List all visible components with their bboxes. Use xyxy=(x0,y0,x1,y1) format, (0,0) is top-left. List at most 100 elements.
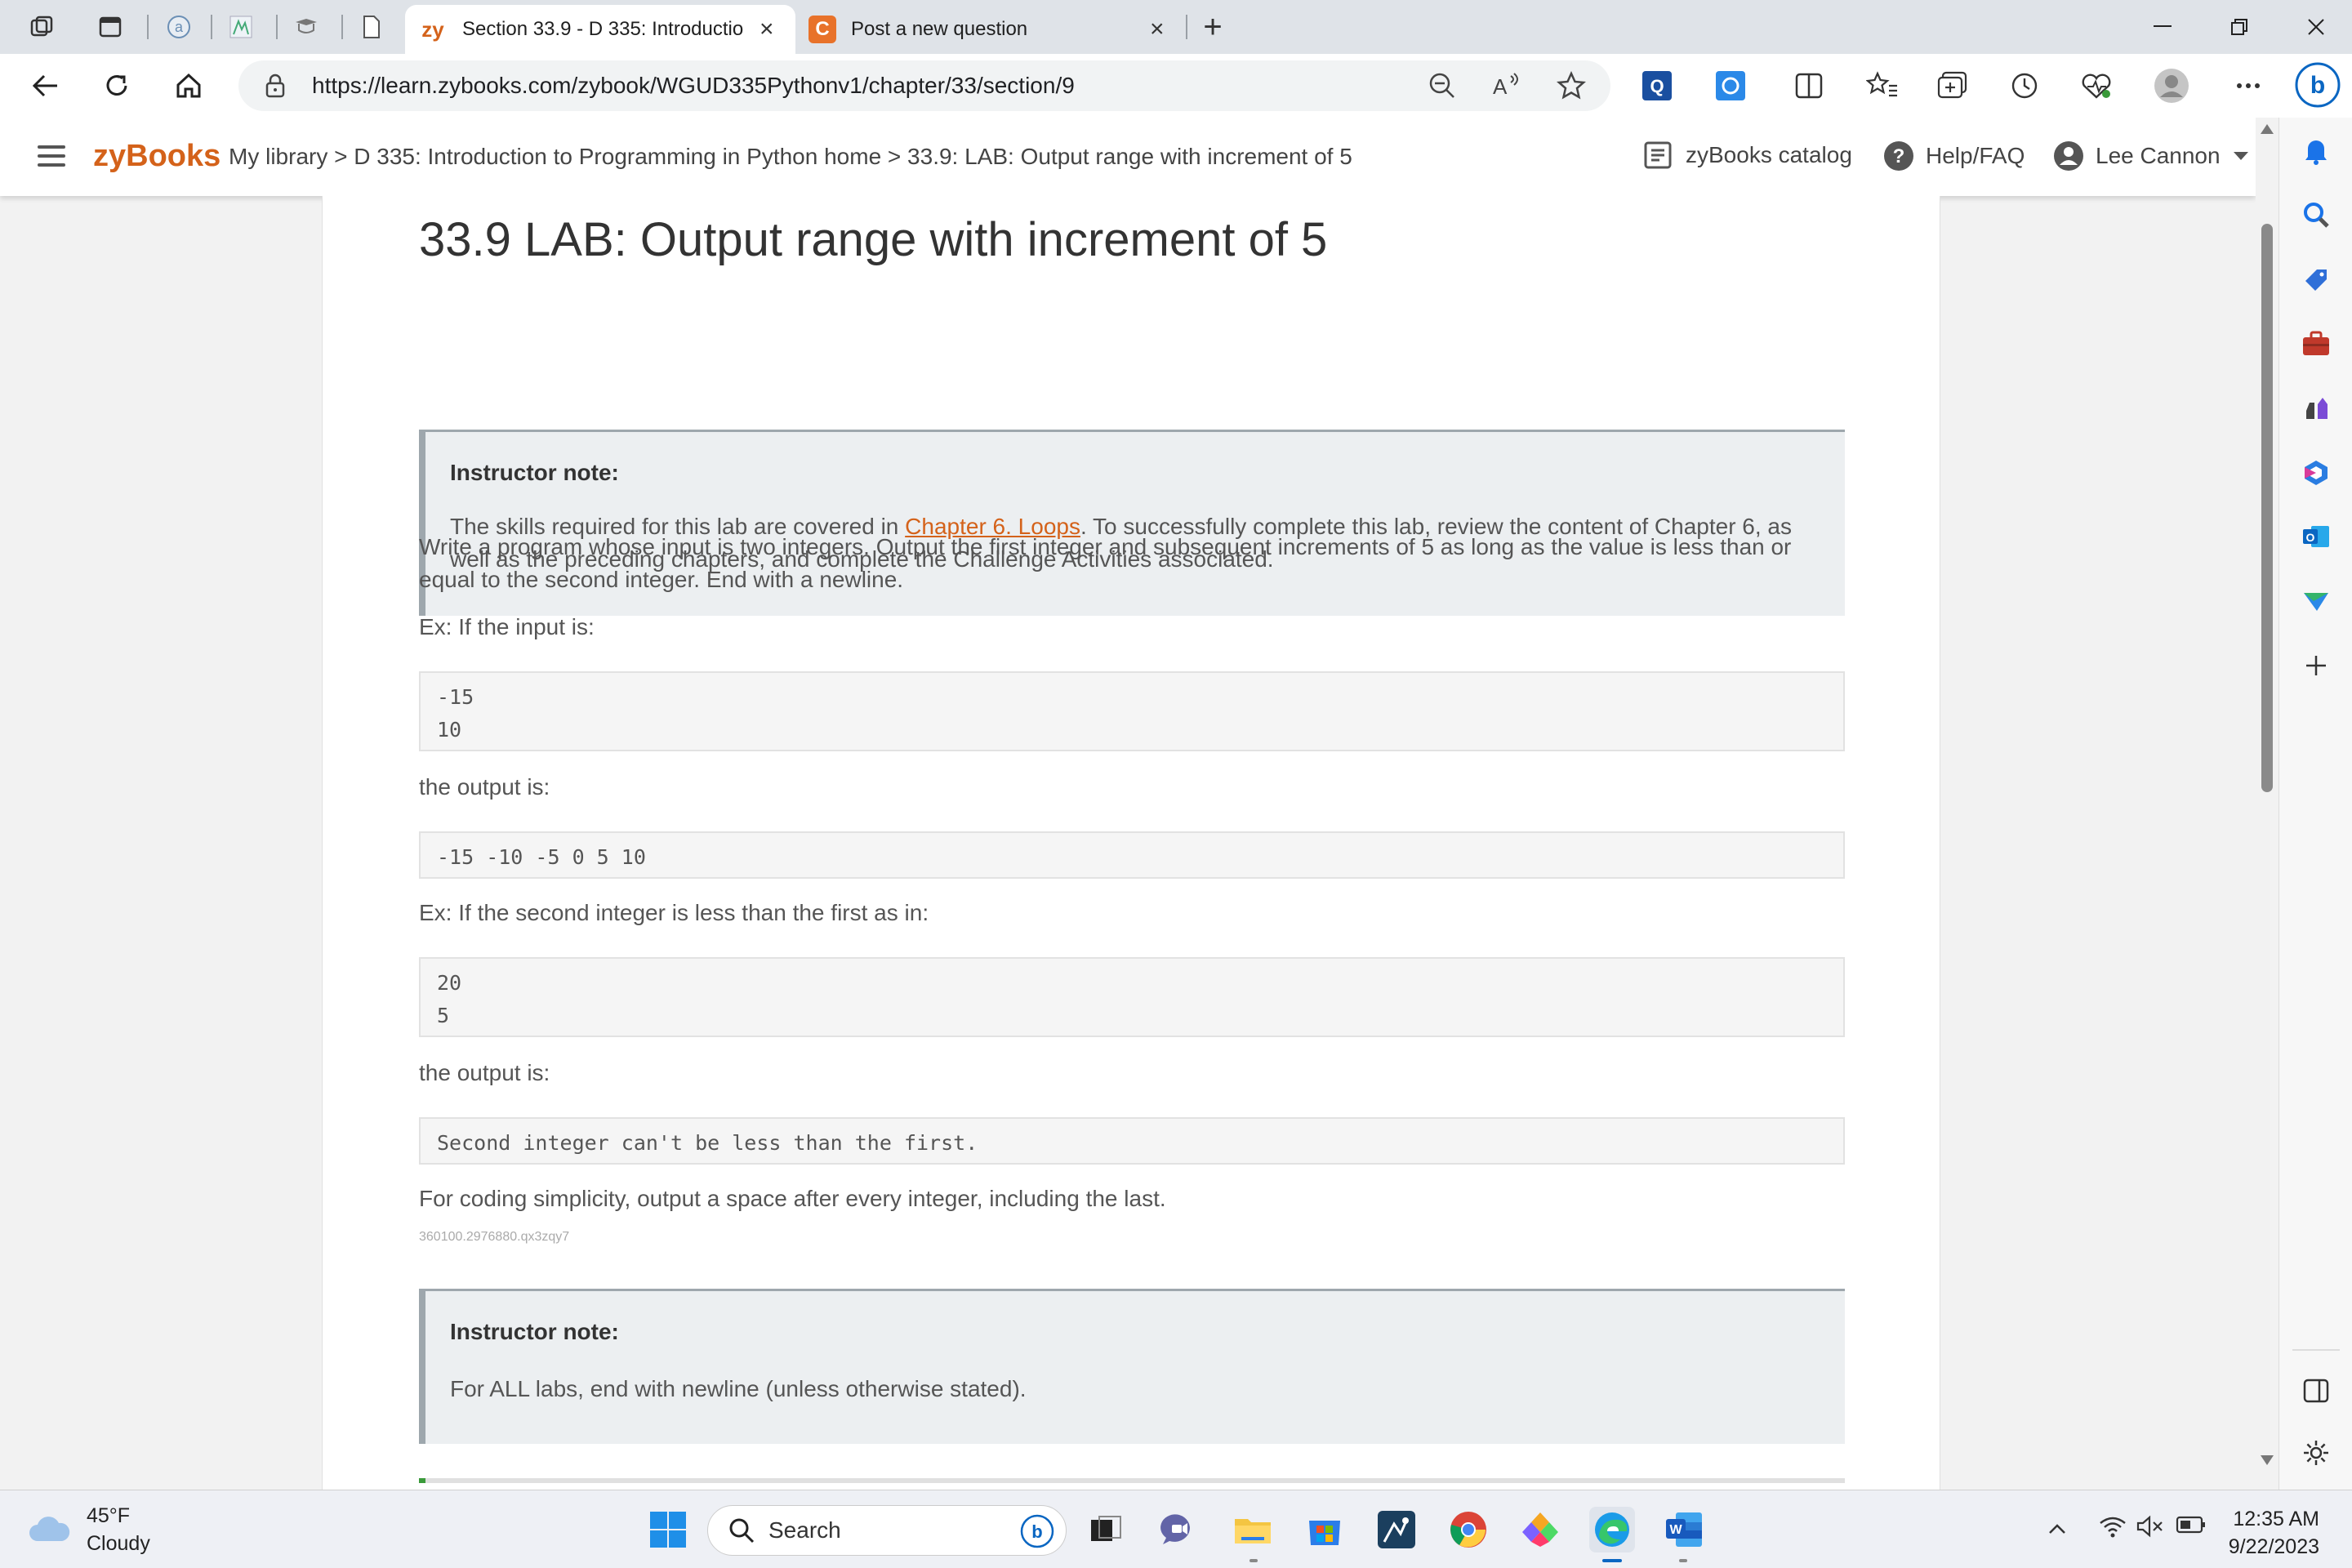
home-button[interactable] xyxy=(168,65,209,106)
favorite-star-icon[interactable] xyxy=(1556,70,1587,105)
extension-shield-icon[interactable] xyxy=(1712,67,1749,105)
close-tab-icon[interactable]: × xyxy=(1150,16,1165,43)
user-menu[interactable]: Lee Cannon xyxy=(2053,140,2248,172)
example-1-label: Ex: If the input is: xyxy=(419,614,595,639)
lock-icon[interactable] xyxy=(265,74,286,102)
notifications-bell-icon[interactable] xyxy=(2297,132,2335,170)
hide-sidebar-icon[interactable] xyxy=(2297,1372,2335,1410)
help-link[interactable]: ? Help/FAQ xyxy=(1883,140,2025,172)
help-label: Help/FAQ xyxy=(1926,143,2025,168)
browser-essentials-icon[interactable] xyxy=(2078,67,2115,105)
note-body: For ALL labs, end with newline (unless o… xyxy=(450,1376,1027,1401)
instructor-note: Instructor note: For ALL labs, end with … xyxy=(419,1289,1845,1444)
split-screen-icon[interactable] xyxy=(1790,67,1828,105)
pinned-tab-icon[interactable] xyxy=(291,11,322,42)
scroll-down-icon[interactable] xyxy=(2261,1455,2274,1465)
volume-muted-icon[interactable] xyxy=(2136,1515,2164,1544)
task-view-icon[interactable] xyxy=(1083,1507,1129,1552)
collections-icon[interactable] xyxy=(1934,67,1971,105)
new-tab-button[interactable]: + xyxy=(1197,9,1228,45)
lab-content: 33.9 LAB: Output range with increment of… xyxy=(322,196,1940,1490)
note-heading: Instructor note: xyxy=(450,1319,619,1344)
refresh-button[interactable] xyxy=(96,65,137,106)
tab-actions-icon[interactable] xyxy=(95,11,126,42)
history-icon[interactable] xyxy=(2006,67,2043,105)
wifi-icon[interactable] xyxy=(2099,1515,2127,1544)
svg-text:b: b xyxy=(1031,1521,1042,1542)
kindle-app-icon[interactable] xyxy=(1374,1507,1419,1552)
shopping-tag-icon[interactable] xyxy=(2297,261,2335,299)
teams-chat-icon[interactable] xyxy=(1156,1507,1202,1552)
workspaces-icon[interactable] xyxy=(26,11,57,42)
read-aloud-icon[interactable]: A xyxy=(1491,71,1522,106)
example-1-output: -15 -10 -5 0 5 10 xyxy=(419,831,1845,879)
chrome-icon[interactable] xyxy=(1446,1507,1491,1552)
search-icon[interactable] xyxy=(2297,196,2335,234)
zoom-out-icon[interactable] xyxy=(1428,71,1457,105)
page-title: 33.9 LAB: Output range with increment of… xyxy=(419,213,1328,266)
minimize-button[interactable] xyxy=(2138,8,2187,46)
tools-briefcase-icon[interactable] xyxy=(2297,325,2335,363)
file-explorer-icon[interactable] xyxy=(1230,1507,1276,1552)
app-diamond-icon[interactable] xyxy=(1517,1507,1563,1552)
show-hidden-icons-chevron-icon[interactable] xyxy=(2048,1515,2066,1540)
favorites-icon[interactable] xyxy=(1864,67,1901,105)
microsoft-365-icon[interactable] xyxy=(2297,454,2335,492)
svg-text:O: O xyxy=(2306,531,2315,544)
simplicity-note: For coding simplicity, output a space af… xyxy=(419,1186,1166,1211)
zybooks-header: zyBooks My library > D 335: Introduction… xyxy=(0,118,2256,196)
lab-editor-divider xyxy=(419,1478,1845,1483)
pinned-tab-icon[interactable]: a xyxy=(163,11,194,42)
page-scrollbar[interactable] xyxy=(2256,118,2278,1490)
battery-icon[interactable] xyxy=(2176,1515,2207,1540)
pinned-tab-icon[interactable] xyxy=(225,11,256,42)
edge-browser-icon[interactable] xyxy=(1589,1507,1635,1552)
content-id: 360100.2976880.qx3zqy7 xyxy=(419,1230,570,1244)
zybooks-logo[interactable]: zyBooks xyxy=(93,139,220,174)
svg-text:A: A xyxy=(1493,74,1508,99)
add-sidebar-app-icon[interactable] xyxy=(2297,647,2335,684)
profile-avatar[interactable] xyxy=(2153,67,2190,105)
weather-widget[interactable]: 45°F Cloudy xyxy=(26,1502,150,1557)
catalog-link[interactable]: zyBooks catalog xyxy=(1643,140,1852,170)
output-label-2: the output is: xyxy=(419,1060,550,1085)
sidebar-settings-gear-icon[interactable] xyxy=(2297,1434,2335,1472)
close-window-button[interactable] xyxy=(2292,8,2341,46)
user-account-icon xyxy=(2054,141,2083,171)
more-menu-icon[interactable] xyxy=(2230,67,2267,105)
breadcrumb[interactable]: My library > D 335: Introduction to Prog… xyxy=(229,144,1352,170)
search-label: Search xyxy=(768,1517,841,1543)
system-clock[interactable]: 12:35 AM 9/22/2023 xyxy=(2229,1505,2319,1561)
svg-text:a: a xyxy=(175,19,184,35)
scroll-up-icon[interactable] xyxy=(2261,124,2274,134)
send-icon[interactable] xyxy=(2297,583,2335,621)
svg-text:?: ? xyxy=(1893,145,1905,167)
bing-copilot-icon[interactable]: b xyxy=(2295,62,2341,108)
edge-sidebar: O xyxy=(2278,118,2352,1490)
example-2-output: Second integer can't be less than the fi… xyxy=(419,1117,1845,1165)
tab-post-question[interactable]: C Post a new question × xyxy=(808,5,1192,54)
browser-toolbar: https://learn.zybooks.com/zybook/WGUD335… xyxy=(0,54,2352,118)
taskbar-search[interactable]: Search b xyxy=(707,1505,1067,1556)
tab-section-33-9[interactable]: zy Section 33.9 - D 335: Introductio × xyxy=(405,5,795,54)
microsoft-store-icon[interactable] xyxy=(1302,1507,1348,1552)
outlook-icon[interactable]: O xyxy=(2297,518,2335,555)
bing-icon: b xyxy=(1020,1514,1054,1548)
close-tab-icon[interactable]: × xyxy=(760,16,774,43)
clock-time: 12:35 AM xyxy=(2233,1508,2319,1530)
extension-q-icon[interactable]: Q xyxy=(1638,67,1676,105)
hamburger-menu-icon[interactable] xyxy=(38,145,65,167)
pinned-tab-icon[interactable] xyxy=(356,11,387,42)
word-icon[interactable]: W xyxy=(1661,1507,1707,1552)
browser-tab-strip: a zy Section 33.9 - D 335: Introductio ×… xyxy=(0,0,2352,54)
cloud-icon xyxy=(29,1517,70,1541)
start-button[interactable] xyxy=(645,1507,691,1552)
games-icon[interactable] xyxy=(2297,389,2335,426)
restore-button[interactable] xyxy=(2215,8,2264,46)
scrollbar-thumb[interactable] xyxy=(2261,224,2273,792)
clock-date: 9/22/2023 xyxy=(2228,1535,2319,1558)
user-name: Lee Cannon xyxy=(2096,143,2221,168)
address-bar[interactable]: https://learn.zybooks.com/zybook/WGUD335… xyxy=(238,60,1610,111)
chevron-down-icon xyxy=(2233,152,2248,160)
back-button[interactable] xyxy=(24,65,65,106)
